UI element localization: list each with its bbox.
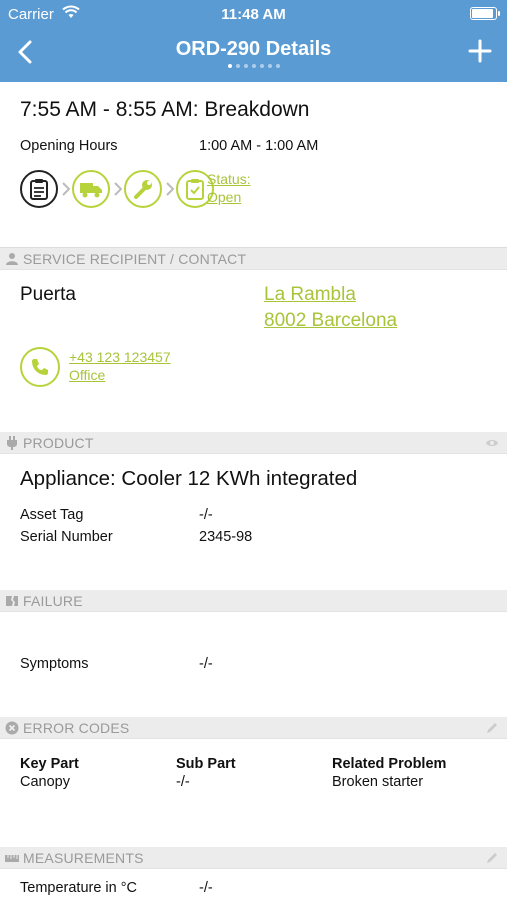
- page-dot: [243, 64, 248, 68]
- table-cell-sub-part: -/-: [176, 774, 190, 790]
- pencil-icon[interactable]: [485, 851, 499, 865]
- truck-icon[interactable]: [72, 170, 110, 208]
- page-dot: [259, 64, 264, 68]
- navigation-bar: Carrier 11:48 AM ORD-290 Details: [0, 0, 507, 82]
- address-line2: 8002 Barcelona: [264, 310, 398, 331]
- order-summary: 7:55 AM - 8:55 AM: Breakdown Opening Hou…: [0, 82, 507, 248]
- status-bar: Carrier 11:48 AM: [0, 0, 507, 28]
- phone-link[interactable]: +43 123 123457 Office: [69, 348, 171, 384]
- recipient-name: Puerta: [20, 284, 76, 305]
- asset-tag-value: -/-: [199, 507, 213, 523]
- page-dot: [251, 64, 256, 68]
- ruler-icon: [5, 855, 19, 862]
- opening-hours-value: 1:00 AM - 1:00 AM: [199, 138, 319, 154]
- temperature-label: Temperature in °C: [20, 880, 138, 896]
- page-indicator[interactable]: [0, 64, 507, 68]
- address-link[interactable]: La Rambla 8002 Barcelona: [264, 282, 397, 334]
- failure-header: FAILURE: [0, 590, 507, 612]
- measurements-header: MEASUREMENTS: [0, 847, 507, 869]
- column-header-key-part: Key Part: [20, 756, 79, 772]
- phone-number: +43 123 123457: [69, 349, 171, 365]
- column-header-sub-part: Sub Part: [176, 756, 236, 772]
- page-dot: [267, 64, 272, 68]
- section-title: MEASUREMENTS: [23, 850, 144, 866]
- wrench-icon[interactable]: [124, 170, 162, 208]
- chevron-right-icon: [166, 182, 174, 196]
- workflow-steps: [20, 170, 320, 210]
- chevron-right-icon: [62, 182, 70, 196]
- symptoms-value: -/-: [199, 656, 213, 672]
- address-line1: La Rambla: [264, 284, 356, 305]
- error-codes-header: ERROR CODES: [0, 717, 507, 739]
- table-cell-key-part: Canopy: [20, 774, 70, 790]
- product-title: Appliance: Cooler 12 KWh integrated: [20, 467, 358, 490]
- add-button[interactable]: [465, 36, 495, 66]
- section-title: FAILURE: [23, 593, 83, 609]
- serial-number-label: Serial Number: [20, 529, 113, 545]
- plus-icon: [468, 39, 492, 63]
- asset-tag-label: Asset Tag: [20, 507, 84, 523]
- service-recipient-section: Puerta La Rambla 8002 Barcelona +43 123 …: [0, 270, 507, 432]
- column-header-related-problem: Related Problem: [332, 756, 447, 772]
- order-time-range: 7:55 AM - 8:55 AM: Breakdown: [20, 98, 310, 121]
- clipboard-icon[interactable]: [20, 170, 58, 208]
- person-icon: [6, 253, 18, 265]
- error-circle-icon: [5, 721, 19, 735]
- symptoms-label: Symptoms: [20, 656, 89, 672]
- phone-icon[interactable]: [20, 347, 60, 387]
- temperature-value: -/-: [199, 880, 213, 896]
- product-header: PRODUCT: [0, 432, 507, 454]
- status-value: Open: [207, 189, 242, 205]
- section-title: PRODUCT: [23, 435, 94, 451]
- section-title: ERROR CODES: [23, 720, 130, 736]
- eye-icon[interactable]: [485, 436, 499, 450]
- chevron-right-icon: [114, 182, 122, 196]
- error-codes-section: Key Part Sub Part Related Problem Canopy…: [0, 739, 507, 847]
- plug-icon: [7, 436, 17, 450]
- page-title: ORD-290 Details: [175, 38, 332, 60]
- status-label: Status:: [207, 171, 251, 187]
- failure-section: Symptoms -/-: [0, 612, 507, 717]
- measurements-section: Temperature in °C -/-: [0, 869, 507, 900]
- clock: 11:48 AM: [221, 6, 286, 23]
- battery-icon: [470, 7, 500, 20]
- pencil-icon[interactable]: [485, 721, 499, 735]
- page-dot: [235, 64, 240, 68]
- phone-type: Office: [69, 367, 106, 383]
- serial-number-value: 2345-98: [199, 529, 253, 545]
- table-cell-related-problem: Broken starter: [332, 774, 424, 790]
- page-dot: [275, 64, 280, 68]
- product-section: Appliance: Cooler 12 KWh integrated Asse…: [0, 454, 507, 590]
- opening-hours-label: Opening Hours: [20, 138, 118, 154]
- service-recipient-header: SERVICE RECIPIENT / CONTACT: [0, 248, 507, 270]
- section-title: SERVICE RECIPIENT / CONTACT: [23, 251, 247, 267]
- page-dot: [227, 64, 232, 68]
- broken-image-icon: [6, 596, 18, 606]
- status-link[interactable]: Status: Open: [207, 170, 251, 206]
